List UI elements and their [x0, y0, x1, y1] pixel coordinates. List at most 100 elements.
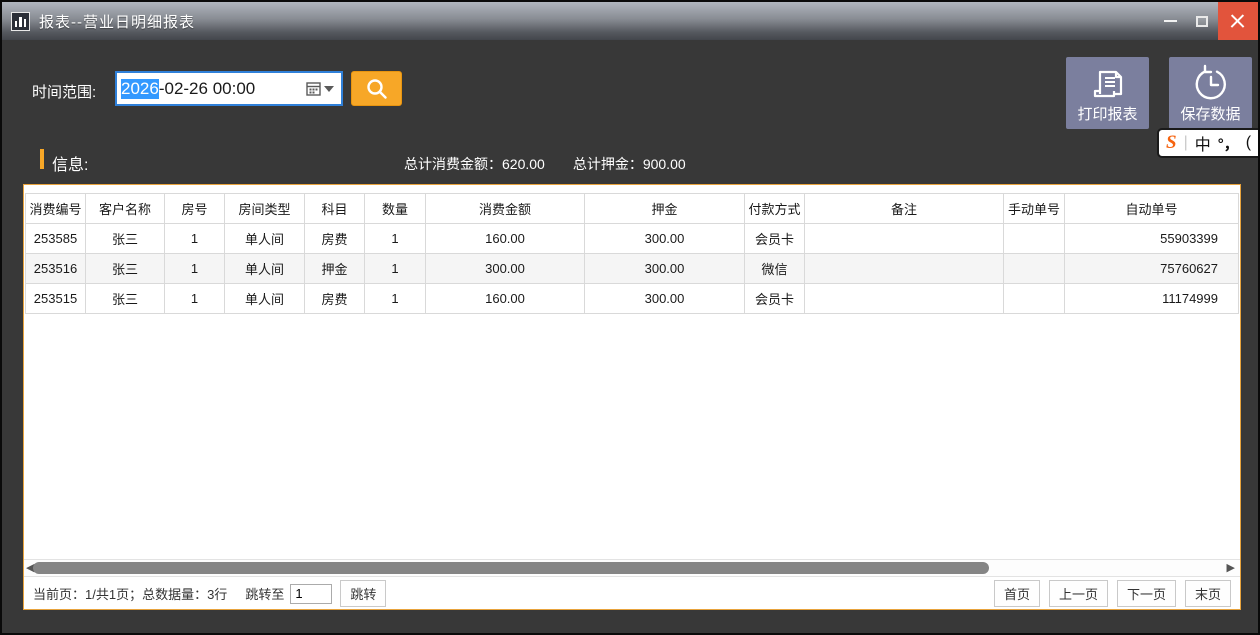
- ime-separator: |: [1184, 134, 1188, 152]
- jump-button[interactable]: 跳转: [340, 580, 386, 607]
- column-header: 客户名称: [86, 194, 165, 224]
- column-header: 消费金额: [426, 194, 585, 224]
- table-cell: 1: [165, 284, 225, 314]
- first-page-button[interactable]: 首页: [994, 580, 1040, 607]
- total-consumption: 总计消费金额：620.00: [404, 154, 545, 174]
- table-cell: 张三: [86, 224, 165, 254]
- table-cell: 房费: [305, 224, 365, 254]
- prev-page-button[interactable]: 上一页: [1049, 580, 1108, 607]
- maximize-icon: [1196, 16, 1208, 27]
- minimize-icon: [1164, 20, 1177, 22]
- info-accent-bar: [40, 149, 44, 169]
- clock-icon: [1169, 64, 1252, 104]
- calendar-icon: [306, 81, 321, 96]
- column-header: 房间类型: [225, 194, 305, 224]
- table-cell: [1004, 254, 1065, 284]
- table-row[interactable]: 253516张三1单人间押金1300.00300.00微信75760627: [26, 254, 1239, 284]
- column-header: 备注: [805, 194, 1004, 224]
- page-status-text: 当前页：1/共1页；总数据量：3行: [33, 584, 227, 603]
- printer-icon: [1066, 64, 1149, 104]
- table-cell: 253585: [26, 224, 86, 254]
- totals-summary: 总计消费金额：620.00 总计押金：900.00: [404, 154, 686, 174]
- search-button[interactable]: [351, 71, 402, 106]
- table-cell: 11174999: [1065, 284, 1239, 314]
- table-cell: 微信: [745, 254, 805, 284]
- jump-to-label: 跳转至: [245, 584, 284, 603]
- last-page-button[interactable]: 末页: [1185, 580, 1231, 607]
- table-cell: 押金: [305, 254, 365, 284]
- column-header: 房号: [165, 194, 225, 224]
- table-cell: 单人间: [225, 224, 305, 254]
- print-report-button[interactable]: 打印报表: [1066, 57, 1149, 129]
- calendar-dropdown[interactable]: [306, 81, 334, 96]
- save-data-label: 保存数据: [1180, 103, 1240, 124]
- close-button[interactable]: [1218, 2, 1258, 40]
- chevron-down-icon: [324, 86, 334, 92]
- ime-toolbar[interactable]: S | 中 °， (: [1157, 128, 1260, 158]
- table-cell: 单人间: [225, 284, 305, 314]
- date-input-rest-text: -02-26 00:00: [159, 79, 255, 99]
- search-icon: [365, 77, 389, 101]
- table-cell: 160.00: [426, 224, 585, 254]
- scroll-right-icon[interactable]: ▶: [1227, 561, 1235, 575]
- report-table: 消费编号客户名称房号房间类型科目数量消费金额押金付款方式备注手动单号自动单号 2…: [25, 193, 1239, 314]
- table-cell: 会员卡: [745, 224, 805, 254]
- table-cell: 单人间: [225, 254, 305, 284]
- column-header: 手动单号: [1004, 194, 1065, 224]
- table-cell: 55903399: [1065, 224, 1239, 254]
- table-cell: 张三: [86, 284, 165, 314]
- ime-mode-chinese[interactable]: 中: [1195, 131, 1211, 155]
- column-header: 科目: [305, 194, 365, 224]
- ime-paren[interactable]: (: [1246, 134, 1251, 152]
- print-report-label: 打印报表: [1077, 103, 1137, 124]
- table-cell: 1: [165, 224, 225, 254]
- table-cell: [805, 254, 1004, 284]
- table-cell: 1: [365, 254, 426, 284]
- table-cell: [805, 284, 1004, 314]
- ime-punctuation-toggle[interactable]: °，: [1218, 133, 1239, 154]
- table-cell: 300.00: [585, 254, 745, 284]
- next-page-button[interactable]: 下一页: [1117, 580, 1176, 607]
- table-cell: 1: [365, 284, 426, 314]
- maximize-button[interactable]: [1186, 2, 1218, 40]
- table-cell: 253515: [26, 284, 86, 314]
- bar-chart-icon: [11, 12, 30, 31]
- table-cell: 张三: [86, 254, 165, 284]
- minimize-button[interactable]: [1154, 2, 1186, 40]
- titlebar: 报表--营业日明细报表: [2, 2, 1258, 40]
- table-row[interactable]: 253515张三1单人间房费1160.00300.00会员卡11174999: [26, 284, 1239, 314]
- table-cell: [805, 224, 1004, 254]
- table-cell: 160.00: [426, 284, 585, 314]
- date-range-input[interactable]: 2026-02-26 00:00: [115, 71, 343, 106]
- app-window: 报表--营业日明细报表 时间范围: 2026-02-26 00:00: [0, 0, 1260, 635]
- sogou-logo-icon[interactable]: S: [1166, 132, 1177, 154]
- pager-nav-buttons: 首页 上一页 下一页 末页: [985, 580, 1231, 607]
- table-cell: 253516: [26, 254, 86, 284]
- table-header-row: 消费编号客户名称房号房间类型科目数量消费金额押金付款方式备注手动单号自动单号: [26, 194, 1239, 224]
- time-range-label: 时间范围:: [32, 81, 96, 102]
- date-input-selected-text: 2026: [121, 79, 159, 99]
- table-cell: 会员卡: [745, 284, 805, 314]
- column-header: 消费编号: [26, 194, 86, 224]
- table-cell: 75760627: [1065, 254, 1239, 284]
- horizontal-scrollbar[interactable]: ◀ ▶: [24, 559, 1240, 577]
- column-header: 押金: [585, 194, 745, 224]
- table-cell: 300.00: [585, 284, 745, 314]
- table-cell: [1004, 284, 1065, 314]
- window-controls: [1154, 2, 1258, 40]
- window-title: 报表--营业日明细报表: [39, 11, 195, 32]
- table-cell: 房费: [305, 284, 365, 314]
- table-row[interactable]: 253585张三1单人间房费1160.00300.00会员卡55903399: [26, 224, 1239, 254]
- table-cell: 300.00: [426, 254, 585, 284]
- save-data-button[interactable]: 保存数据: [1169, 57, 1252, 129]
- scrollbar-thumb[interactable]: [33, 562, 989, 574]
- jump-page-input[interactable]: [290, 584, 332, 604]
- table-cell: [1004, 224, 1065, 254]
- report-panel: 消费编号客户名称房号房间类型科目数量消费金额押金付款方式备注手动单号自动单号 2…: [23, 184, 1241, 610]
- column-header: 付款方式: [745, 194, 805, 224]
- total-deposit: 总计押金：900.00: [573, 154, 686, 174]
- column-header: 数量: [365, 194, 426, 224]
- column-header: 自动单号: [1065, 194, 1239, 224]
- table-cell: 300.00: [585, 224, 745, 254]
- table-cell: 1: [365, 224, 426, 254]
